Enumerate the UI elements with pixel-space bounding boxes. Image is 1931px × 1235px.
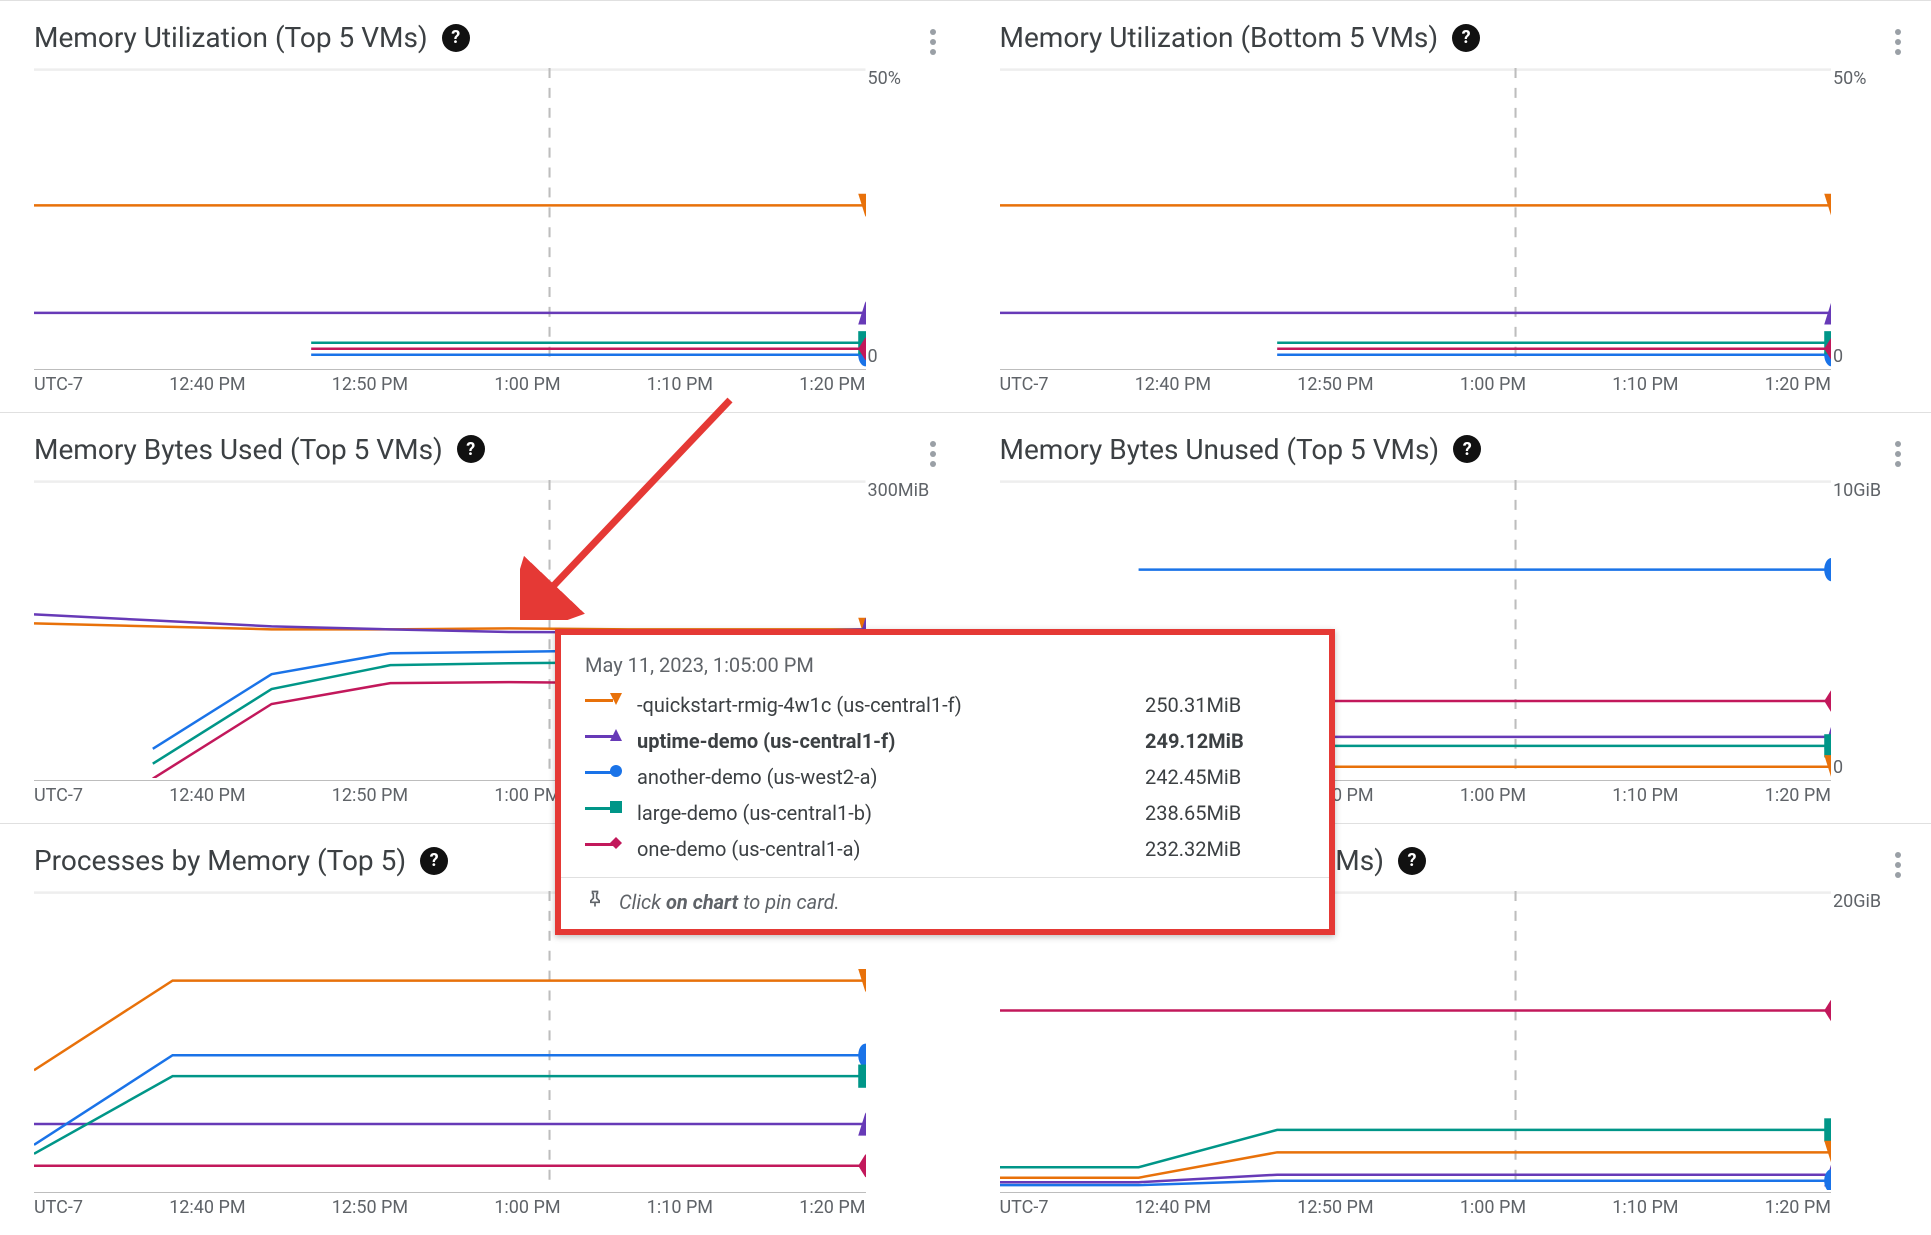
tooltip-row: uptime-demo (us-central1-f) 249.12MiB: [585, 723, 1305, 759]
chart-area[interactable]: 50%0UTC-712:40 PM12:50 PM1:00 PM1:10 PM1…: [1000, 68, 1912, 397]
legend-swatch: [585, 801, 625, 815]
series-end-marker: [1824, 1169, 1831, 1190]
tooltip-series-value: 250.31MiB: [1145, 693, 1305, 717]
tooltip-series-value: 249.12MiB: [1145, 729, 1305, 753]
timezone-label: UTC-7: [34, 1197, 83, 1220]
tooltip-series-label: one-demo (us-central1-a): [637, 837, 1133, 861]
series-end-marker: [1824, 558, 1831, 581]
panel-title: Memory Utilization (Top 5 VMs): [34, 21, 428, 54]
series-end-marker: [858, 1154, 865, 1177]
series-line[interactable]: [34, 1056, 866, 1146]
panel-mem-util-top5: Memory Utilization (Top 5 VMs) ?50%0UTC-…: [0, 0, 966, 412]
more-icon[interactable]: [1895, 441, 1901, 467]
help-icon[interactable]: ?: [1453, 435, 1481, 463]
chart-area[interactable]: 50%0UTC-712:40 PM12:50 PM1:00 PM1:10 PM1…: [34, 68, 946, 397]
panel-title: Memory Bytes Unused (Top 5 VMs): [1000, 433, 1440, 466]
timezone-label: UTC-7: [1000, 374, 1049, 397]
timezone-label: UTC-7: [1000, 1197, 1049, 1220]
series-line[interactable]: [1000, 1130, 1832, 1167]
tooltip-series-label: uptime-demo (us-central1-f): [637, 729, 1133, 753]
help-icon[interactable]: ?: [457, 435, 485, 463]
y-axis-labels: [868, 891, 946, 1190]
x-axis: UTC-712:40 PM12:50 PM1:00 PM1:10 PM1:20 …: [34, 369, 866, 397]
series-end-marker: [1824, 734, 1831, 757]
y-axis-labels: 10GiB0: [1833, 480, 1911, 779]
dashboard-grid: Memory Utilization (Top 5 VMs) ?50%0UTC-…: [0, 0, 1931, 1235]
help-icon[interactable]: ?: [1452, 24, 1480, 52]
series-end-marker: [858, 1044, 865, 1067]
legend-swatch: [585, 765, 625, 779]
help-icon[interactable]: ?: [1398, 847, 1426, 875]
more-icon[interactable]: [930, 441, 936, 467]
more-icon[interactable]: [930, 29, 936, 55]
timezone-label: UTC-7: [34, 374, 83, 397]
panel-title: Memory Utilization (Bottom 5 VMs): [1000, 21, 1439, 54]
series-line[interactable]: [34, 1076, 866, 1154]
x-axis: UTC-712:40 PM12:50 PM1:00 PM1:10 PM1:20 …: [34, 1192, 866, 1220]
tooltip-series-value: 238.65MiB: [1145, 801, 1305, 825]
legend-swatch: [585, 693, 625, 707]
tooltip-row: large-demo (us-central1-b) 238.65MiB: [585, 795, 1305, 831]
series-end-marker: [1824, 999, 1831, 1022]
pin-icon: [585, 888, 605, 915]
x-axis: UTC-712:40 PM12:50 PM1:00 PM1:10 PM1:20 …: [1000, 1192, 1832, 1220]
more-icon[interactable]: [1895, 852, 1901, 878]
tooltip-row: another-demo (us-west2-a) 242.45MiB: [585, 759, 1305, 795]
tooltip-rows: -quickstart-rmig-4w1c (us-central1-f) 25…: [585, 687, 1305, 867]
series-end-marker: [1824, 1119, 1831, 1142]
y-axis-labels: 50%0: [868, 68, 946, 367]
tooltip-series-value: 242.45MiB: [1145, 765, 1305, 789]
panel-title: Processes by Memory (Top 5): [34, 844, 406, 877]
y-axis-labels: 50%0: [1833, 68, 1911, 367]
chart-area[interactable]: 20GiBUTC-712:40 PM12:50 PM1:00 PM1:10 PM…: [1000, 891, 1912, 1220]
help-icon[interactable]: ?: [442, 24, 470, 52]
series-end-marker: [858, 1065, 865, 1088]
tooltip-row: one-demo (us-central1-a) 232.32MiB: [585, 831, 1305, 867]
legend-swatch: [585, 837, 625, 851]
tooltip-footer: Click on chart to pin card.: [561, 877, 1329, 929]
series-line[interactable]: [34, 981, 866, 1071]
tooltip-series-label: another-demo (us-west2-a): [637, 765, 1133, 789]
tooltip-row: -quickstart-rmig-4w1c (us-central1-f) 25…: [585, 687, 1305, 723]
chart-tooltip: May 11, 2023, 1:05:00 PM -quickstart-rmi…: [555, 629, 1335, 935]
panel-title: Memory Bytes Used (Top 5 VMs): [34, 433, 443, 466]
tooltip-series-label: large-demo (us-central1-b): [637, 801, 1133, 825]
series-end-marker: [1824, 689, 1831, 712]
legend-swatch: [585, 729, 625, 743]
chart-area[interactable]: UTC-712:40 PM12:50 PM1:00 PM1:10 PM1:20 …: [34, 891, 946, 1220]
tooltip-series-label: -quickstart-rmig-4w1c (us-central1-f): [637, 693, 1133, 717]
tooltip-series-value: 232.32MiB: [1145, 837, 1305, 861]
timezone-label: UTC-7: [34, 785, 83, 808]
tooltip-timestamp: May 11, 2023, 1:05:00 PM: [585, 653, 1305, 677]
panel-mem-util-bottom5: Memory Utilization (Bottom 5 VMs) ?50%0U…: [966, 0, 1931, 412]
y-axis-labels: 20GiB: [1833, 891, 1911, 1190]
x-axis: UTC-712:40 PM12:50 PM1:00 PM1:10 PM1:20 …: [1000, 369, 1832, 397]
more-icon[interactable]: [1895, 29, 1901, 55]
help-icon[interactable]: ?: [420, 847, 448, 875]
